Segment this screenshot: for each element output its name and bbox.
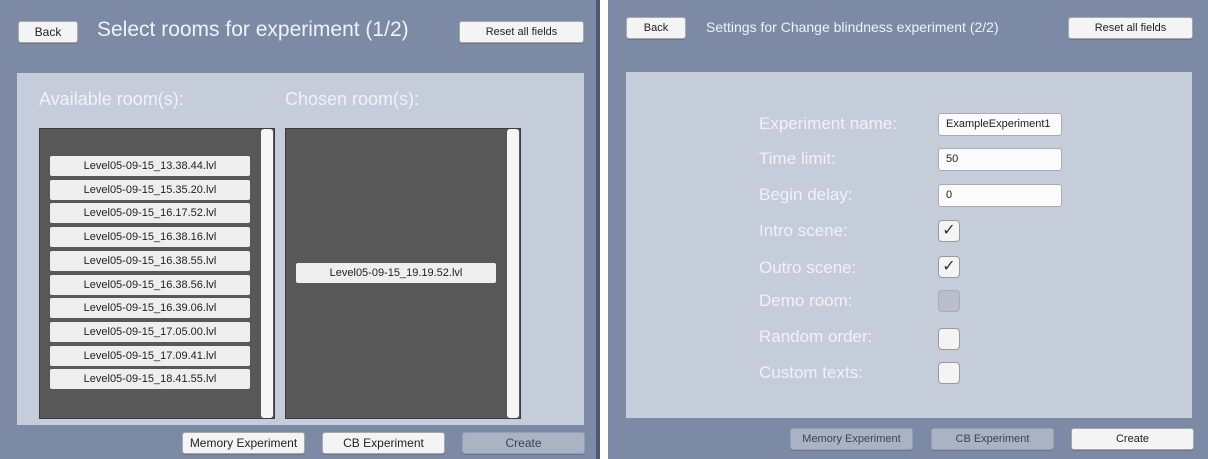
chosen-rooms-heading: Chosen room(s):: [285, 89, 420, 109]
time-limit-label: Time limit:: [759, 149, 836, 168]
back-button[interactable]: Back: [626, 17, 686, 39]
page-title: Settings for Change blindness experiment…: [706, 19, 999, 35]
intro-scene-checkbox[interactable]: ✓: [938, 220, 960, 242]
cb-experiment-button[interactable]: CB Experiment: [322, 432, 445, 454]
intro-scene-label: Intro scene:: [759, 221, 848, 240]
available-room-item[interactable]: Level05-09-15_16.38.16.lvl: [50, 227, 250, 248]
available-room-item[interactable]: Level05-09-15_17.05.00.lvl: [50, 321, 250, 342]
page-title: Select rooms for experiment (1/2): [97, 18, 409, 41]
available-rooms-heading: Available room(s):: [39, 89, 184, 109]
available-rooms-scrollbar[interactable]: [261, 129, 273, 418]
chosen-rooms-scrollbar[interactable]: [507, 129, 519, 418]
create-button[interactable]: Create: [1071, 428, 1194, 450]
available-room-item[interactable]: Level05-09-15_17.09.41.lvl: [50, 345, 250, 366]
chosen-rooms-list: Level05-09-15_19.19.52.lvl: [285, 128, 521, 419]
random-order-checkbox[interactable]: [938, 328, 960, 350]
cb-experiment-button[interactable]: CB Experiment: [931, 428, 1054, 450]
outro-scene-label: Outro scene:: [759, 258, 857, 277]
begin-delay-label: Begin delay:: [759, 185, 853, 204]
reset-all-fields-button[interactable]: Reset all fields: [1068, 17, 1193, 39]
available-room-item[interactable]: Level05-09-15_16.38.55.lvl: [50, 250, 250, 271]
chosen-room-item[interactable]: Level05-09-15_19.19.52.lvl: [296, 263, 496, 283]
available-room-item[interactable]: Level05-09-15_16.17.52.lvl: [50, 203, 250, 224]
available-room-item[interactable]: Level05-09-15_13.38.44.lvl: [50, 156, 250, 176]
custom-texts-checkbox[interactable]: [938, 362, 960, 384]
create-button[interactable]: Create: [462, 432, 585, 454]
memory-experiment-button[interactable]: Memory Experiment: [790, 428, 913, 450]
reset-all-fields-button[interactable]: Reset all fields: [459, 21, 584, 43]
available-room-item[interactable]: Level05-09-15_16.39.06.lvl: [50, 298, 250, 319]
available-room-item[interactable]: Level05-09-15_18.41.55.lvl: [50, 369, 250, 390]
checkmark-icon: ✓: [942, 258, 956, 275]
experiment-name-label: Experiment name:: [759, 114, 897, 133]
time-limit-input[interactable]: 50: [938, 148, 1062, 171]
begin-delay-input[interactable]: 0: [938, 184, 1062, 207]
available-rooms-list: Level05-09-15_13.38.44.lvl Level05-09-15_…: [39, 128, 275, 419]
experiment-name-input[interactable]: ExampleExperiment1: [938, 113, 1062, 136]
experiment-settings-panel: Back Settings for Change blindness exper…: [608, 0, 1208, 459]
settings-area: Experiment name: ExampleExperiment1 Time…: [626, 72, 1192, 418]
room-selection-panel: Back Select rooms for experiment (1/2) R…: [0, 0, 600, 459]
available-room-item[interactable]: Level05-09-15_16.38.56.lvl: [50, 274, 250, 295]
room-selection-area: Available room(s): Chosen room(s): Level…: [17, 73, 584, 425]
back-button[interactable]: Back: [18, 21, 78, 43]
outro-scene-checkbox[interactable]: ✓: [938, 256, 960, 278]
checkmark-icon: ✓: [942, 222, 956, 239]
random-order-label: Random order:: [759, 327, 873, 346]
demo-room-checkbox[interactable]: [938, 290, 960, 312]
memory-experiment-button[interactable]: Memory Experiment: [182, 432, 305, 454]
custom-texts-label: Custom texts:: [759, 363, 863, 382]
available-room-item[interactable]: Level05-09-15_15.35.20.lvl: [50, 179, 250, 200]
demo-room-label: Demo room:: [759, 291, 853, 310]
